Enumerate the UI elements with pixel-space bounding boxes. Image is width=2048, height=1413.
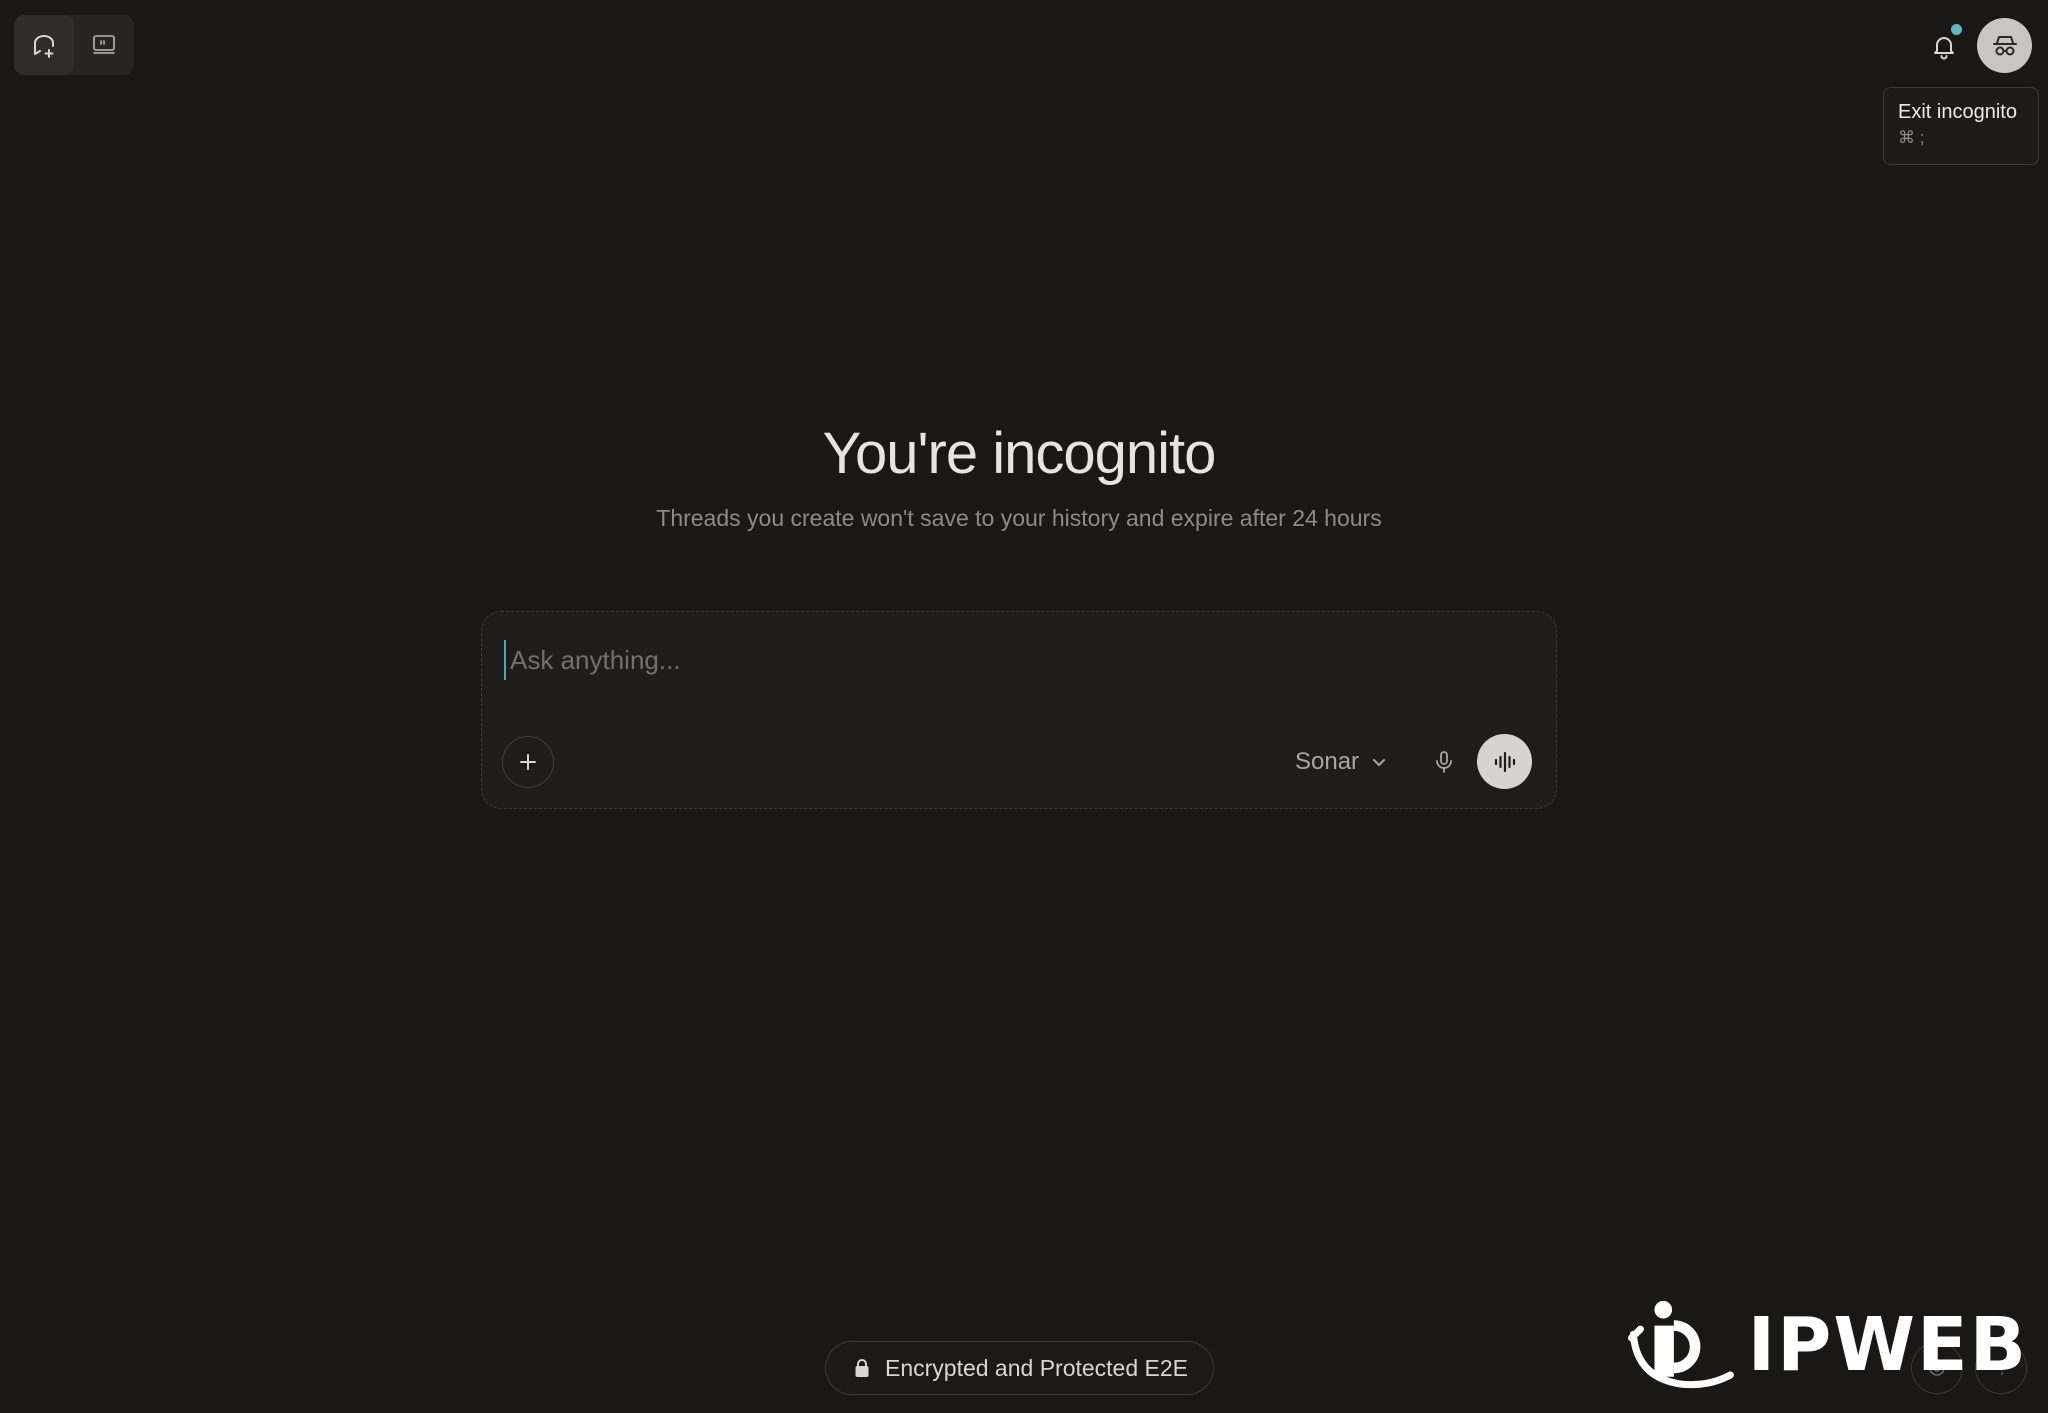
model-selector[interactable]: Sonar [1295,742,1389,782]
dictation-button[interactable] [1424,742,1464,782]
screen-button[interactable] [74,15,134,75]
exit-incognito-tooltip: Exit incognito ⌘ ; [1883,87,2039,165]
new-thread-button[interactable] [14,15,74,75]
app-root: Exit incognito ⌘ ; You're incognito Thre… [0,0,2048,1413]
plus-icon [520,754,536,770]
notifications-button[interactable] [1926,24,1962,64]
screen-icon [93,35,115,54]
encryption-label: Encrypted and Protected E2E [884,1354,1189,1381]
page-subtitle: Threads you create won't save to your hi… [656,505,1382,531]
watermark-text: IPWEB [1747,1302,2028,1388]
lock-icon [855,1359,869,1377]
tooltip-title: Exit incognito [1898,101,2017,123]
audio-wave-icon [1494,751,1515,772]
bell-icon [1934,37,1954,60]
incognito-icon [1992,35,2017,55]
tooltip-shortcut: ⌘ ; [1898,128,1925,147]
new-thread-icon [34,35,54,58]
page-title: You're incognito [822,421,1217,486]
notification-dot [1951,24,1962,35]
microphone-icon [1436,751,1452,773]
watermark-logo: IPWEB [1628,1290,2028,1400]
voice-mode-button[interactable] [1477,734,1532,789]
ask-input[interactable] [504,640,1510,680]
composer: Sonar [481,611,1557,809]
encryption-badge: Encrypted and Protected E2E [825,1341,1214,1395]
attach-button[interactable] [502,736,554,788]
ipweb-logo-icon [1628,1300,1734,1389]
model-label: Sonar [1295,748,1360,775]
top-left-toolbar [14,15,134,75]
chevron-down-icon [1373,759,1386,766]
incognito-button[interactable] [1977,18,2032,73]
